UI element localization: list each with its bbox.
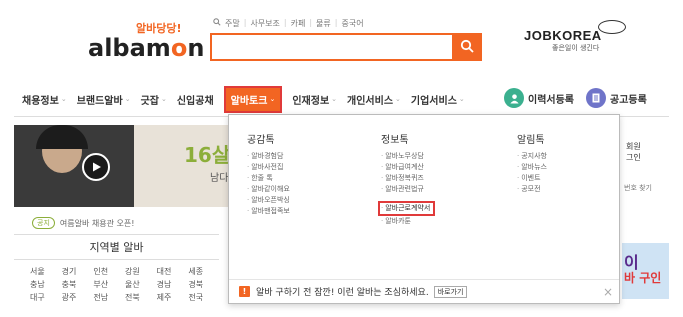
warning-icon: ! xyxy=(239,286,250,297)
chevron-down-icon: ⌄ xyxy=(458,95,465,103)
dropdown-item[interactable]: 알바오픈박싱 xyxy=(247,195,290,206)
banner-photo xyxy=(14,125,134,207)
region-link[interactable]: 광주 xyxy=(62,292,94,303)
region-link[interactable]: 인천 xyxy=(93,266,125,277)
region-link[interactable]: 제주 xyxy=(157,292,189,303)
search-button[interactable] xyxy=(452,33,482,61)
right-ad-banner[interactable]: 이 바 구인 xyxy=(622,243,669,299)
dropdown-item[interactable]: 알바맨접족보 xyxy=(247,206,290,217)
region-link[interactable]: 전북 xyxy=(125,292,157,303)
region-link[interactable]: 경남 xyxy=(157,279,189,290)
jobkorea-tagline: 좋은일이 생긴다 xyxy=(552,44,600,52)
dropdown-item[interactable]: 알바노무상담 xyxy=(381,151,435,162)
logo-wordmark: albamon xyxy=(88,34,205,62)
search-icon xyxy=(460,38,474,57)
nav-item-brand[interactable]: 브랜드알바 ⌄ xyxy=(77,92,131,107)
albamon-logo[interactable]: 알바당당! albamon xyxy=(88,18,204,64)
footer-go-button[interactable]: 바로가기 xyxy=(433,285,468,298)
right-column: 회원 그인 번호 찾기 이 바 구인 xyxy=(622,125,669,315)
dropdown-item-highlighted[interactable]: 알바근로계약서 xyxy=(378,201,436,216)
dropdown-col-notice: 알림톡 공지사항 알바뉴스 이벤트 공모전 xyxy=(517,131,547,195)
notice-line[interactable]: 공지 여름알바 채용관 오픈! xyxy=(32,217,134,229)
dropdown-item[interactable]: 이벤트 xyxy=(517,173,547,184)
play-icon[interactable] xyxy=(82,153,110,181)
dropdown-item[interactable]: 알바같이해요 xyxy=(247,184,290,195)
nav-item-talent[interactable]: 인재정보 ⌄ xyxy=(292,92,337,107)
search-glass-icon xyxy=(213,18,221,29)
albatalk-dropdown: 공감톡 알바경험담 알바사전집 한줄 톡 알바같이해요 알바오픈박싱 알바맨접족… xyxy=(228,114,620,304)
chevron-down-icon: ⌄ xyxy=(160,95,167,103)
document-icon xyxy=(586,88,606,108)
chevron-down-icon: ⌄ xyxy=(395,95,401,103)
dropdown-item[interactable]: 알바관련법규 xyxy=(381,184,435,195)
dropdown-col-title: 정보톡 xyxy=(381,135,409,146)
right-ad-text-2: 바 구인 xyxy=(624,271,662,285)
video-banner[interactable]: 16살이 남다른 xyxy=(14,125,236,207)
region-link[interactable]: 경기 xyxy=(62,266,94,277)
chevron-down-icon: ⌄ xyxy=(124,95,131,103)
search-tag[interactable]: 주말 xyxy=(225,18,240,29)
region-title: 지역별 알바 xyxy=(14,234,219,260)
footer-warning-text: 알바 구하기 전 잠깐! 이런 알바는 조심하세요. xyxy=(256,288,429,298)
dropdown-item[interactable]: 한줄 톡 xyxy=(247,173,290,184)
dropdown-footer: ! 알바 구하기 전 잠깐! 이런 알바는 조심하세요. 바로가기 × xyxy=(229,279,619,303)
search-tag[interactable]: 물류 xyxy=(316,18,331,29)
post-register-button[interactable]: 공고등록 xyxy=(586,88,647,108)
search-tag[interactable]: 카페 xyxy=(291,18,306,29)
region-link[interactable]: 강원 xyxy=(125,266,157,277)
dropdown-col-title: 알림톡 xyxy=(517,135,545,146)
chevron-down-icon: ⌄ xyxy=(269,95,276,103)
dropdown-item[interactable]: 공모전 xyxy=(517,184,547,195)
dropdown-item[interactable]: 알바사전집 xyxy=(247,162,290,173)
person-icon xyxy=(504,88,524,108)
chevron-down-icon: ⌄ xyxy=(331,95,338,103)
region-list: 서울 경기 인천 강원 대전 세종 충남 충북 부산 울산 경남 경북 대구 광… xyxy=(30,266,220,303)
jobkorea-logo[interactable]: JOBKOREA 좋은일이 생긴다 xyxy=(524,20,634,64)
search-input[interactable] xyxy=(210,33,482,61)
region-link[interactable]: 전국 xyxy=(188,292,220,303)
dropdown-item[interactable]: 알바급여계산 xyxy=(381,162,435,173)
post-register-label: 공고등록 xyxy=(610,94,647,106)
login-text[interactable]: 그인 xyxy=(626,152,641,163)
dropdown-item[interactable]: 알바정복퀴즈 xyxy=(381,173,435,184)
albamon-page: 알바당당! albamon 주말 | 사무보조 | 카페 | 물류 | 중국어 JOBK… xyxy=(0,0,683,317)
region-link[interactable]: 세종 xyxy=(188,266,220,277)
dropdown-col-title: 공감톡 xyxy=(247,135,275,146)
dropdown-item[interactable]: 공지사항 xyxy=(517,151,547,162)
resume-register-label: 이력서등록 xyxy=(528,94,574,106)
region-link[interactable]: 경북 xyxy=(188,279,220,290)
region-link[interactable]: 충북 xyxy=(62,279,94,290)
search-tag[interactable]: 사무보조 xyxy=(250,18,279,29)
region-link[interactable]: 부산 xyxy=(93,279,125,290)
jobkorea-oval-icon xyxy=(598,20,626,34)
search-tag[interactable]: 중국어 xyxy=(341,18,363,29)
region-link[interactable]: 대전 xyxy=(157,266,189,277)
region-link[interactable]: 충남 xyxy=(30,279,62,290)
region-link[interactable]: 서울 xyxy=(30,266,62,277)
region-link[interactable]: 전남 xyxy=(93,292,125,303)
nav-item-recruit[interactable]: 신입공채 xyxy=(177,92,214,107)
nav-item-gotjob[interactable]: 긋잡 ⌄ xyxy=(141,92,167,107)
find-password-link[interactable]: 번호 찾기 xyxy=(624,183,652,193)
notice-text: 여름알바 채용관 오픈! xyxy=(59,218,135,228)
dropdown-col-info: 정보톡 알바노무상담 알바급여계산 알바정복퀴즈 알바관련법규 알바근로계약서 … xyxy=(378,131,436,227)
nav-item-albatalk[interactable]: 알바토크 ⌄ xyxy=(223,85,283,113)
dropdown-item[interactable]: 알바뉴스 xyxy=(517,162,547,173)
region-link[interactable]: 대구 xyxy=(30,292,62,303)
nav-item-personal[interactable]: 개인서비스 ⌄ xyxy=(347,92,401,107)
login-member-text: 회원 xyxy=(626,142,641,151)
dropdown-item[interactable]: 알바카툰 xyxy=(381,216,435,227)
region-link[interactable]: 울산 xyxy=(125,279,157,290)
notice-badge: 공지 xyxy=(32,217,55,229)
dropdown-item[interactable]: 알바경험담 xyxy=(247,151,290,162)
search-tag-list: 주말 | 사무보조 | 카페 | 물류 | 중국어 xyxy=(213,18,364,29)
close-icon[interactable]: × xyxy=(603,285,613,299)
nav-item-business[interactable]: 기업서비스 ⌄ xyxy=(411,92,465,107)
main-nav: 채용정보 ⌄ 브랜드알바 ⌄ 긋잡 ⌄ 신입공채 알바토크 ⌄ 인재정보 ⌄ 개인서비스 ⌄… xyxy=(22,84,475,114)
resume-register-button[interactable]: 이력서등록 xyxy=(504,88,574,108)
dropdown-col-empathy: 공감톡 알바경험담 알바사전집 한줄 톡 알바같이해요 알바오픈박싱 알바맨접족… xyxy=(247,131,290,217)
chevron-down-icon: ⌄ xyxy=(60,95,67,103)
nav-item-jobs[interactable]: 채용정보 ⌄ xyxy=(22,92,67,107)
